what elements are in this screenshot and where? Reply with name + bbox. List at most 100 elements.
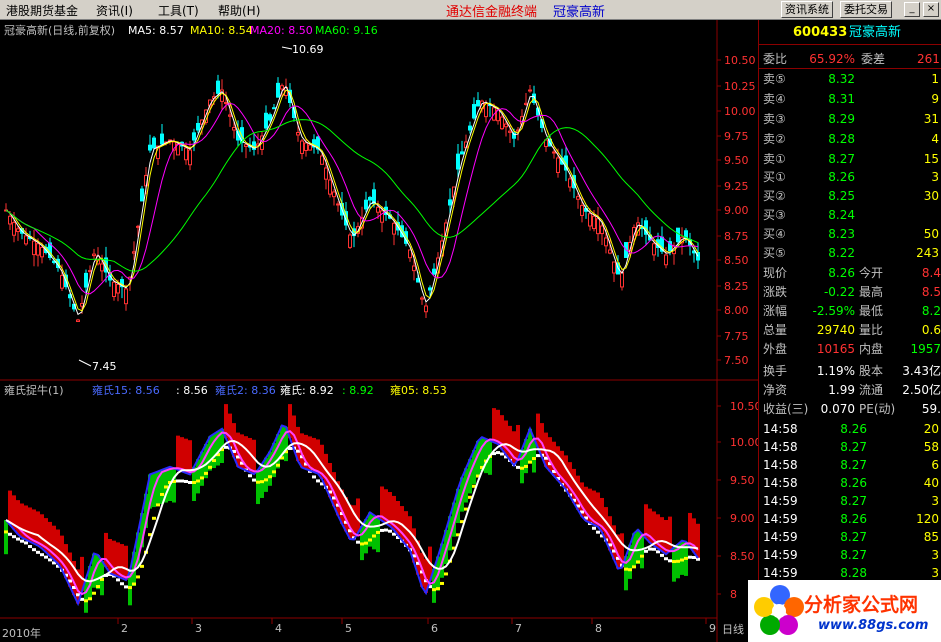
stat-label: 换手 bbox=[763, 364, 788, 378]
order-price: 8.27 bbox=[828, 152, 855, 166]
stat2-row: 收益(三) 0.070 PE(动) 59. bbox=[759, 400, 941, 418]
candle-body bbox=[528, 89, 532, 92]
order-price: 8.31 bbox=[828, 92, 855, 106]
tick-volume: 3 bbox=[931, 548, 939, 562]
tick-row: 14:59 8.27 3 bbox=[759, 492, 941, 510]
indicator-marker bbox=[376, 530, 380, 534]
tick-price: 8.27 bbox=[840, 458, 867, 472]
candle-body bbox=[276, 82, 280, 98]
order-volume: 4 bbox=[931, 132, 939, 146]
stat-row: 涨幅 -2.59% 最低 8.2 bbox=[759, 302, 941, 320]
ma60-line bbox=[5, 119, 699, 272]
indicator-marker bbox=[132, 582, 136, 586]
high-marker-arrow bbox=[281, 46, 293, 50]
indicator-marker bbox=[444, 572, 448, 576]
candle-body bbox=[332, 191, 336, 198]
candle-body bbox=[36, 243, 40, 256]
sell-row: 卖④ 8.31 9 bbox=[759, 90, 941, 108]
candle-body bbox=[100, 263, 104, 272]
tick-time: 14:59 bbox=[763, 494, 798, 508]
indicator-marker bbox=[124, 585, 128, 589]
candle-body bbox=[300, 140, 304, 154]
order-price: 8.22 bbox=[828, 246, 855, 260]
trade-button[interactable]: 委托交易 bbox=[840, 1, 892, 18]
watermark-logo: 分析家公式网 www.88gs.com bbox=[748, 580, 941, 642]
indicator-marker bbox=[356, 540, 360, 544]
candle-body bbox=[192, 132, 196, 141]
indicator-marker bbox=[156, 503, 160, 507]
order-label: 买⑤ bbox=[763, 246, 786, 260]
indicator-marker bbox=[628, 568, 632, 572]
tick-price: 8.27 bbox=[840, 494, 867, 508]
top-axis-label: 10.50 bbox=[724, 54, 756, 67]
sell-row: 卖③ 8.29 31 bbox=[759, 110, 941, 128]
candle-body bbox=[432, 268, 436, 275]
indicator-bar bbox=[492, 408, 496, 443]
candle-body bbox=[428, 287, 432, 291]
indicator-bar bbox=[180, 437, 184, 472]
candle-body bbox=[8, 215, 12, 225]
indicator-marker bbox=[140, 564, 144, 568]
tick-price: 8.26 bbox=[840, 476, 867, 490]
weicha-value: 261 bbox=[917, 52, 940, 66]
stat-label: 涨跌 bbox=[763, 285, 788, 299]
stat-row: 外盘 10165 内盘 1957 bbox=[759, 340, 941, 358]
candle-body bbox=[40, 247, 44, 258]
stat-label: 最高 bbox=[859, 285, 884, 299]
stat-label: 内盘 bbox=[859, 342, 884, 356]
sell-row: 卖② 8.28 4 bbox=[759, 130, 941, 148]
indicator-marker bbox=[4, 530, 8, 534]
indicator-marker bbox=[20, 539, 24, 543]
order-label: 卖③ bbox=[763, 112, 786, 126]
indicator-bar bbox=[4, 520, 8, 555]
menu-help[interactable]: 帮助(H) bbox=[218, 2, 260, 19]
candle-body bbox=[612, 261, 616, 274]
tick-time: 14:59 bbox=[763, 512, 798, 526]
candle-body bbox=[412, 265, 416, 272]
indicator-marker bbox=[200, 476, 204, 480]
stat-label: PE(动) bbox=[859, 402, 896, 416]
tick-volume: 40 bbox=[923, 476, 939, 490]
indicator-bar bbox=[200, 451, 204, 486]
info-system-button[interactable]: 资讯系统 bbox=[781, 1, 833, 18]
indicator-marker bbox=[536, 454, 540, 458]
date-label: 5 bbox=[345, 622, 352, 635]
menu-tools[interactable]: 工具(T) bbox=[158, 2, 199, 19]
indicator-bar bbox=[548, 437, 552, 472]
indicator-bar bbox=[36, 511, 40, 546]
candle-body bbox=[552, 151, 556, 154]
indicator-marker bbox=[692, 556, 696, 560]
top-axis-label: 9.25 bbox=[724, 180, 749, 193]
tick-time: 14:58 bbox=[763, 440, 798, 454]
flower-logo-icon bbox=[754, 585, 804, 635]
stat2-row: 净资 1.99 流通 2.50亿 bbox=[759, 381, 941, 399]
stat-value: 8.26 bbox=[828, 266, 855, 280]
candle-body bbox=[296, 132, 300, 136]
candle-body bbox=[60, 275, 64, 289]
indicator-bar bbox=[108, 539, 112, 574]
tick-row: 14:58 8.26 40 bbox=[759, 474, 941, 492]
candle-body bbox=[76, 319, 80, 322]
stat-value: -0.22 bbox=[823, 285, 855, 299]
menu-hk-futures[interactable]: 港股期货基金 bbox=[6, 2, 78, 19]
menu-info[interactable]: 资讯(I) bbox=[96, 2, 133, 19]
indicator-marker bbox=[88, 597, 92, 601]
close-icon[interactable]: × bbox=[923, 2, 939, 17]
indicator-marker bbox=[204, 471, 208, 475]
chart-area[interactable]: 10.50 10.25 10.00 9.75 9.50 9.25 9.00 8.75 8.50 8… bbox=[0, 20, 758, 642]
stock-title: 冠豪高新 bbox=[553, 5, 606, 20]
indicator-marker bbox=[632, 565, 636, 569]
minimize-icon[interactable]: _ bbox=[904, 2, 920, 17]
tick-price: 8.27 bbox=[840, 548, 867, 562]
indicator-marker bbox=[384, 528, 388, 532]
high-marker: 10.69 bbox=[292, 43, 324, 56]
indicator-marker bbox=[176, 479, 180, 483]
top-axis-label: 10.00 bbox=[724, 105, 756, 118]
stock-code: 600433 bbox=[793, 25, 848, 40]
indicator-marker bbox=[432, 588, 436, 592]
bottom-axis-label: 9.00 bbox=[730, 512, 755, 525]
candle-body bbox=[124, 288, 128, 305]
stat-value: 8.2 bbox=[921, 304, 941, 318]
tick-row: 14:58 8.26 20 bbox=[759, 420, 941, 438]
indicator-marker bbox=[256, 480, 260, 484]
